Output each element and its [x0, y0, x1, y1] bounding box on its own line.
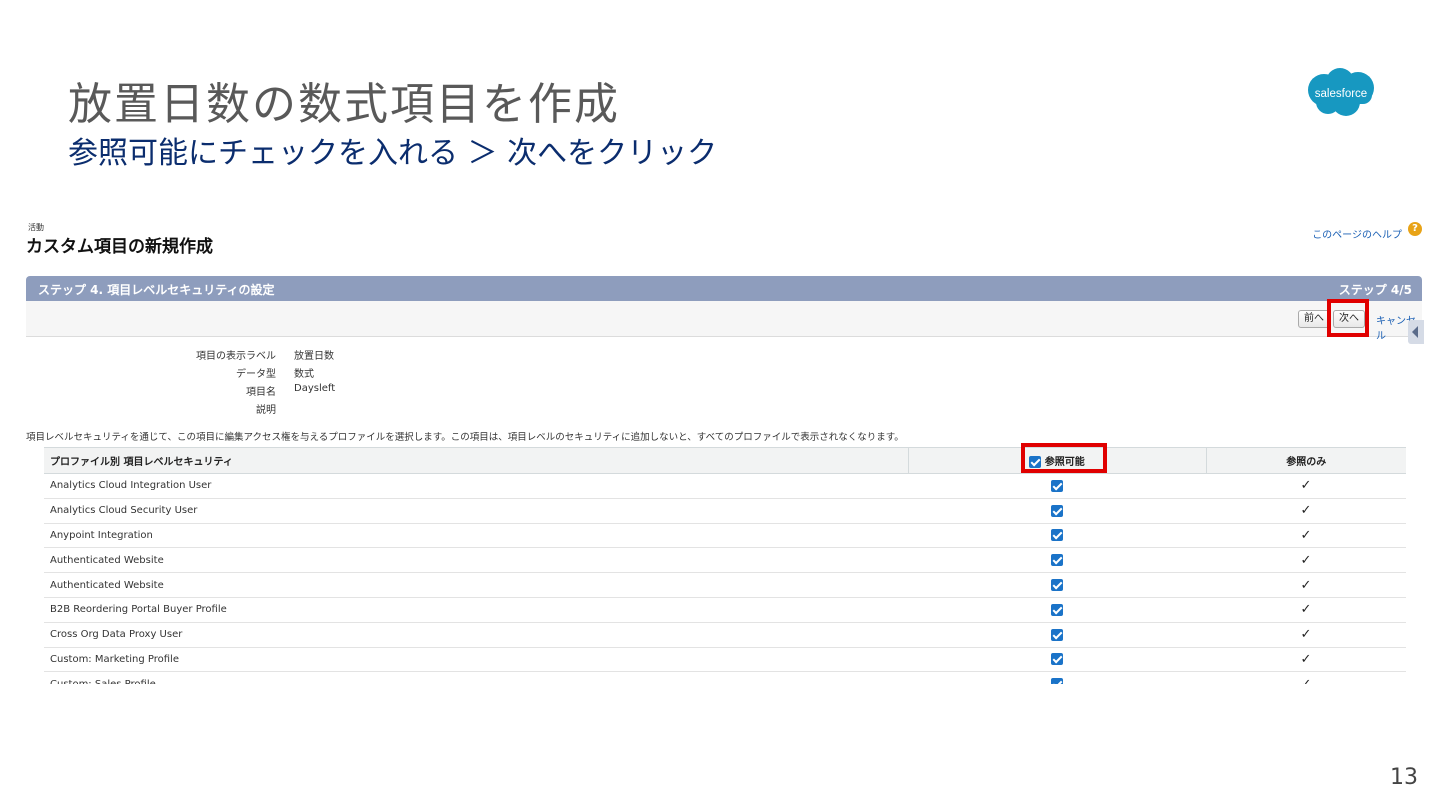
- visible-checkbox[interactable]: [1051, 579, 1063, 592]
- profile-name: Analytics Cloud Integration User: [44, 473, 908, 499]
- profile-name: Authenticated Website: [44, 547, 908, 574]
- table-row: Anypoint Integration ✓: [44, 523, 1406, 549]
- visible-column-header[interactable]: 参照可能: [907, 447, 1206, 474]
- checkmark-icon: ✓: [1300, 602, 1312, 618]
- checkmark-icon: ✓: [1300, 627, 1312, 643]
- detail-value: 放置日数: [294, 351, 334, 362]
- checkmark-icon: ✓: [1301, 677, 1312, 684]
- help-link[interactable]: このページのヘルプ: [1312, 226, 1402, 241]
- visible-checkbox[interactable]: [1051, 628, 1063, 641]
- prev-button[interactable]: 前へ: [1298, 310, 1330, 328]
- profile-name: Cross Org Data Proxy User: [44, 622, 908, 648]
- detail-row: 説明: [24, 398, 424, 416]
- checkmark-icon: ✓: [1300, 552, 1312, 568]
- detail-label: 項目名: [246, 387, 276, 398]
- select-all-visible-checkbox[interactable]: [1029, 456, 1042, 468]
- field-details: 項目の表示ラベル 放置日数 データ型 数式 項目名 Daysleft 説明: [24, 344, 424, 416]
- visible-checkbox[interactable]: [1051, 529, 1063, 542]
- detail-row: データ型 数式: [24, 362, 424, 380]
- slide-subtitle: 参照可能にチェックを入れる ＞ 次へをクリック: [68, 136, 718, 171]
- field-level-security-table: プロファイル別 項目レベルセキュリティ 参照可能 参照のみ Analytics …: [44, 447, 1406, 684]
- table-header-row: プロファイル別 項目レベルセキュリティ 参照可能 参照のみ: [44, 447, 1406, 474]
- table-row: Custom: Marketing Profile ✓: [44, 647, 1406, 673]
- step-header: ステップ 4. 項目レベルセキュリティの設定 ステップ 4/5: [26, 276, 1422, 301]
- detail-row: 項目の表示ラベル 放置日数: [24, 344, 424, 362]
- visible-checkbox[interactable]: [1051, 603, 1063, 616]
- checkmark-icon: ✓: [1300, 478, 1312, 494]
- table-row: Custom: Sales Profile ✓: [44, 671, 1406, 684]
- salesforce-logo: salesforce: [1308, 68, 1374, 116]
- sidebar-toggle[interactable]: [1408, 320, 1424, 344]
- checkmark-icon: ✓: [1300, 577, 1312, 593]
- detail-value: Daysleft: [294, 383, 336, 394]
- table-row: Authenticated Website ✓: [44, 572, 1406, 598]
- checkmark-icon: ✓: [1300, 651, 1312, 667]
- checkmark-icon: ✓: [1300, 527, 1312, 543]
- logo-text: salesforce: [1315, 88, 1367, 100]
- visible-checkbox[interactable]: [1051, 653, 1063, 666]
- step-title: ステップ 4. 項目レベルセキュリティの設定: [38, 283, 275, 297]
- checkmark-icon: ✓: [1300, 503, 1312, 519]
- table-row: Analytics Cloud Integration User ✓: [44, 473, 1406, 499]
- step-count: ステップ 4/5: [1338, 283, 1412, 297]
- detail-label: 項目の表示ラベル: [196, 351, 276, 362]
- profile-name: Custom: Sales Profile: [44, 671, 908, 684]
- table-row: Cross Org Data Proxy User ✓: [44, 622, 1406, 648]
- profile-name: Anypoint Integration: [44, 523, 908, 549]
- detail-row: 項目名 Daysleft: [24, 380, 424, 398]
- profile-column-header: プロファイル別 項目レベルセキュリティ: [44, 447, 908, 474]
- visible-checkbox[interactable]: [1051, 479, 1063, 492]
- profile-name: Analytics Cloud Security User: [44, 498, 908, 524]
- next-button[interactable]: 次へ: [1333, 310, 1365, 328]
- page-number: 13: [1390, 765, 1418, 790]
- detail-label: 説明: [256, 405, 276, 416]
- detail-label: データ型: [236, 369, 276, 380]
- readonly-column-header: 参照のみ: [1205, 447, 1406, 474]
- chevron-left-icon: [1412, 326, 1418, 338]
- page-title: カスタム項目の新規作成: [26, 237, 213, 257]
- question-icon[interactable]: ?: [1408, 222, 1422, 236]
- button-row: 前へ 次へ キャンセル: [26, 301, 1422, 342]
- profile-name: Authenticated Website: [44, 572, 908, 598]
- profile-name: Custom: Marketing Profile: [44, 647, 908, 673]
- table-row: Analytics Cloud Security User ✓: [44, 498, 1406, 524]
- visible-checkbox[interactable]: [1051, 504, 1063, 517]
- visible-checkbox[interactable]: [1051, 678, 1063, 684]
- fls-description: 項目レベルセキュリティを通じて、この項目に編集アクセス権を与えるプロファイルを選…: [26, 432, 904, 443]
- visible-header-label: 参照可能: [1044, 457, 1085, 468]
- salesforce-screenshot: 活動 カスタム項目の新規作成 このページのヘルプ ? ステップ 4. 項目レベル…: [24, 216, 1424, 684]
- visible-checkbox[interactable]: [1051, 554, 1063, 567]
- slide-title: 放置日数の数式項目を作成: [68, 79, 620, 130]
- table-row: Authenticated Website ✓: [44, 547, 1406, 574]
- detail-value: 数式: [294, 369, 314, 380]
- table-row: B2B Reordering Portal Buyer Profile ✓: [44, 597, 1406, 623]
- profile-name: B2B Reordering Portal Buyer Profile: [44, 597, 908, 623]
